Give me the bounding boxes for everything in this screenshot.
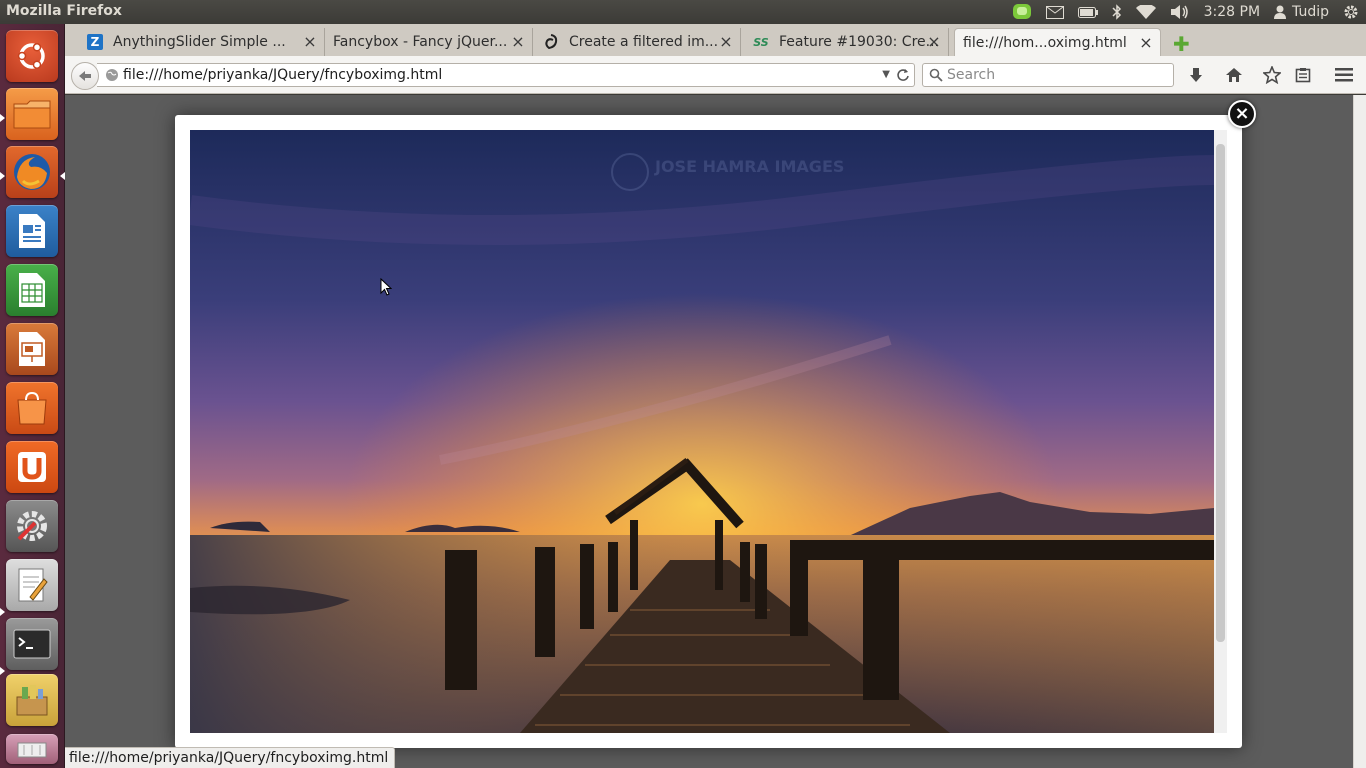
system-gear-icon[interactable] <box>1336 0 1366 24</box>
status-bar: file:///home/priyanka/JQuery/fncyboximg.… <box>65 747 396 768</box>
window-title: Mozilla Firefox <box>6 3 122 19</box>
unity-launcher <box>0 24 65 768</box>
mouse-cursor-icon <box>380 278 392 296</box>
tab-active-file[interactable]: file:///hom...oximg.html × <box>954 28 1161 56</box>
folder-icon <box>13 100 51 129</box>
tab-title: file:///hom...oximg.html <box>963 34 1127 51</box>
presentation-icon <box>19 332 45 366</box>
swirl-logo-icon <box>545 34 558 50</box>
url-text[interactable]: file:///home/priyanka/JQuery/fncyboximg.… <box>123 67 442 83</box>
navigation-toolbar: file:///home/priyanka/JQuery/fncyboximg.… <box>65 56 1366 94</box>
downloads-button[interactable] <box>1185 65 1207 85</box>
lightbox-close-button[interactable]: × <box>1228 100 1256 128</box>
close-tab-icon[interactable]: × <box>926 32 942 51</box>
bookmark-button[interactable] <box>1261 65 1283 85</box>
ubuntu-logo-icon <box>17 43 45 69</box>
lightbox-scroll-thumb[interactable] <box>1216 144 1225 642</box>
back-arrow-icon <box>79 71 91 81</box>
tab-anythingslider[interactable]: Z AnythingSlider Simple ... × <box>87 28 325 56</box>
globe-icon <box>106 69 118 81</box>
tab-title: Feature #19030: Cre... <box>779 34 939 50</box>
files-app-button[interactable] <box>6 88 58 140</box>
search-icon <box>929 68 943 82</box>
menu-icon <box>1335 68 1353 82</box>
archive-app-button[interactable] <box>6 674 58 726</box>
battery-icon[interactable] <box>1071 0 1105 24</box>
tab-title: Fancybox - Fancy jQuer... <box>333 34 508 50</box>
close-tab-icon[interactable]: × <box>1138 33 1154 52</box>
firefox-icon <box>14 154 50 190</box>
terminal-icon <box>13 629 51 659</box>
chat-indicator-icon[interactable] <box>1005 0 1039 24</box>
user-icon <box>1274 5 1287 19</box>
volume-icon[interactable] <box>1163 0 1197 24</box>
close-tab-icon[interactable]: × <box>718 32 734 51</box>
user-name: Tudip <box>1292 4 1329 20</box>
dash-home-button[interactable] <box>6 30 58 82</box>
search-bar[interactable]: Search <box>922 63 1174 87</box>
trash-button[interactable] <box>6 734 58 764</box>
close-icon: × <box>1234 103 1250 124</box>
shopping-bag-icon <box>17 391 47 425</box>
ubuntu-one-icon <box>18 452 46 482</box>
top-panel: Mozilla Firefox 3:28 PM Tudip <box>0 0 1366 24</box>
archive-box-icon <box>16 685 48 716</box>
tab-title: AnythingSlider Simple ... <box>113 34 286 50</box>
tab-feature-19030[interactable]: SS Feature #19030: Cre... × <box>753 28 949 56</box>
lightbox-scrollbar[interactable] <box>1214 130 1227 733</box>
search-placeholder[interactable]: Search <box>947 67 995 83</box>
ss-logo-icon: SS <box>753 35 769 49</box>
calc-app-button[interactable] <box>6 264 58 316</box>
bluetooth-icon[interactable] <box>1105 0 1129 24</box>
mail-icon[interactable] <box>1039 0 1071 24</box>
bookmarks-menu-button[interactable] <box>1292 65 1314 85</box>
url-bar[interactable]: file:///home/priyanka/JQuery/fncyboximg.… <box>97 63 915 87</box>
system-settings-button[interactable] <box>6 500 58 552</box>
hamburger-menu-button[interactable] <box>1333 65 1355 85</box>
notepad-pencil-icon <box>18 568 48 602</box>
user-menu[interactable]: Tudip <box>1267 0 1336 24</box>
sunset-pier-photo: JOSE HAMRA IMAGES <box>190 130 1214 733</box>
document-icon <box>19 214 45 248</box>
download-arrow-icon <box>1190 68 1202 82</box>
indicator-area: 3:28 PM Tudip <box>1005 0 1366 24</box>
writer-app-button[interactable] <box>6 205 58 257</box>
star-icon <box>1263 66 1281 84</box>
lightbox-image: JOSE HAMRA IMAGES <box>190 130 1214 733</box>
tab-title: Create a filtered im... <box>569 34 719 50</box>
tab-filtered-image[interactable]: Create a filtered im... × <box>543 28 741 56</box>
home-icon <box>1226 68 1242 82</box>
settings-gear-icon <box>17 511 47 541</box>
ubuntu-one-button[interactable] <box>6 441 58 493</box>
text-editor-button[interactable] <box>6 559 58 611</box>
close-tab-icon[interactable]: × <box>510 32 526 51</box>
back-button[interactable] <box>71 62 99 90</box>
clipboard-list-icon <box>1295 68 1311 83</box>
clock[interactable]: 3:28 PM <box>1197 0 1267 24</box>
tab-strip: Z AnythingSlider Simple ... × Fancybox -… <box>65 24 1366 56</box>
trash-icon <box>17 742 47 758</box>
home-button[interactable] <box>1223 65 1245 85</box>
zotero-z-icon: Z <box>87 34 103 50</box>
url-dropdown-icon[interactable]: ▼ <box>882 69 890 80</box>
terminal-app-button[interactable] <box>6 618 58 670</box>
reload-icon[interactable] <box>896 68 910 82</box>
page-scrollbar[interactable] <box>1353 95 1366 768</box>
new-tab-plus-icon[interactable]: ✚ <box>1173 32 1190 56</box>
tab-fancybox[interactable]: Fancybox - Fancy jQuer... × <box>333 28 533 56</box>
impress-app-button[interactable] <box>6 323 58 375</box>
software-center-button[interactable] <box>6 382 58 434</box>
watermark-text: JOSE HAMRA IMAGES <box>654 157 844 176</box>
firefox-app-button[interactable] <box>6 146 58 198</box>
wifi-icon[interactable] <box>1129 0 1163 24</box>
close-tab-icon[interactable]: × <box>302 32 318 51</box>
spreadsheet-icon <box>19 273 45 307</box>
